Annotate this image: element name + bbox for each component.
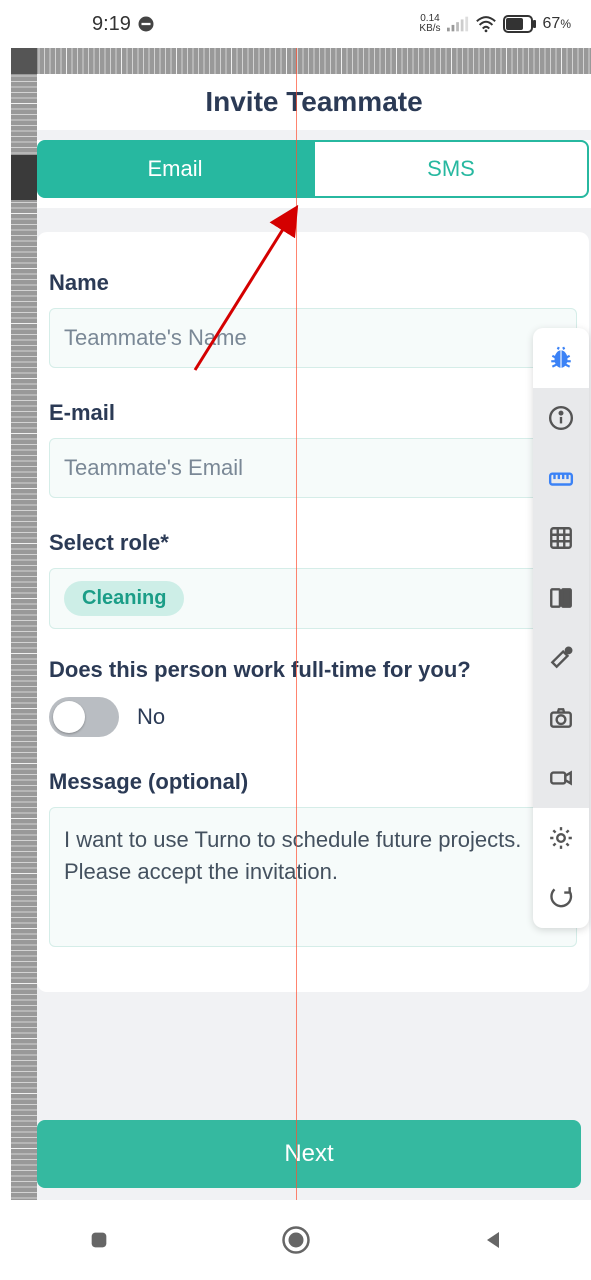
ruler-corner [11,48,37,74]
tool-ruler[interactable] [533,448,589,508]
ruler-v-mark [11,155,37,200]
fulltime-toggle[interactable] [49,697,119,737]
name-label: Name [49,270,577,296]
role-label: Select role* [49,530,577,556]
tool-info[interactable] [533,388,589,448]
debug-tool-panel [533,328,589,928]
status-bar: 9:19 0.14 KB/s 67% [0,0,591,48]
tool-grid[interactable] [533,508,589,568]
tab-email[interactable]: Email [37,140,313,198]
ruler-vertical [11,48,37,1200]
email-input[interactable] [49,438,577,498]
invite-method-tabs: Email SMS [37,140,591,208]
status-time: 9:19 [92,13,131,36]
tool-settings[interactable] [533,808,589,868]
ruler-horizontal [11,48,591,74]
message-textarea[interactable] [49,807,577,947]
name-input[interactable] [49,308,577,368]
wifi-icon [475,15,497,33]
tool-split[interactable] [533,568,589,628]
fulltime-question: Does this person work full-time for you? [49,657,577,683]
net-speed: 0.14 KB/s [419,14,440,34]
message-label: Message (optional) [49,769,577,795]
app-header: Invite Teammate [37,74,591,130]
android-nav-bar [0,1200,591,1280]
nav-home[interactable] [276,1220,316,1260]
tool-refresh[interactable] [533,868,589,928]
dnd-icon [137,15,155,33]
battery-icon [503,15,537,33]
role-chip: Cleaning [64,581,184,616]
email-label: E-mail [49,400,577,426]
signal-icon [447,16,469,32]
tool-dropper[interactable] [533,628,589,688]
fulltime-value: No [137,704,165,730]
page-title: Invite Teammate [37,86,591,118]
battery-pct: 67% [543,15,571,33]
next-button[interactable]: Next [37,1120,581,1188]
tool-camera[interactable] [533,688,589,748]
nav-recent[interactable] [79,1220,119,1260]
tool-video[interactable] [533,748,589,808]
role-select[interactable]: Cleaning ⌄ [49,568,577,629]
app-screen: ‹ Invite Teammate Email SMS Name E-mail … [37,74,591,1200]
nav-back[interactable] [473,1220,513,1260]
invite-form-card: Name E-mail Select role* Cleaning ⌄ Does… [37,232,589,992]
tool-bug[interactable] [533,328,589,388]
tab-sms[interactable]: SMS [313,140,589,198]
